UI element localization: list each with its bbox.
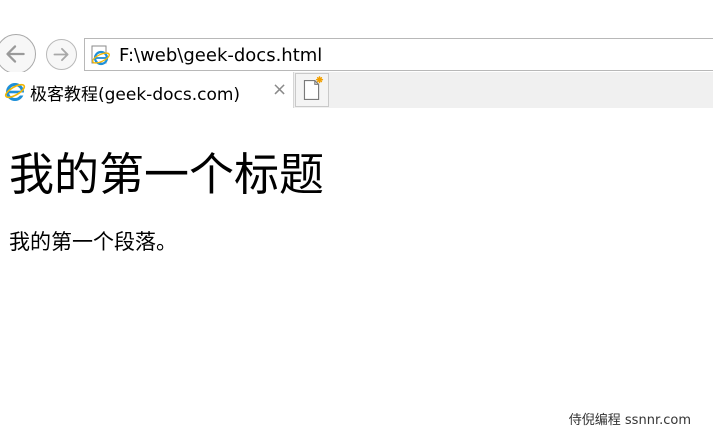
watermark: 侍倪编程 ssnnr.com bbox=[568, 413, 691, 428]
page-paragraph: 我的第一个段落。 bbox=[9, 230, 177, 254]
tab-label: 极客教程(geek-docs.com) bbox=[30, 85, 241, 105]
ie-logo-icon bbox=[4, 83, 26, 101]
back-button[interactable] bbox=[0, 34, 36, 74]
address-url[interactable]: F:\web\geek-docs.html bbox=[119, 45, 322, 66]
back-arrow-icon bbox=[6, 45, 25, 63]
ie-page-icon bbox=[91, 45, 110, 66]
address-bar[interactable]: F:\web\geek-docs.html bbox=[84, 38, 713, 71]
page-heading: 我的第一个标题 bbox=[9, 148, 325, 201]
tab-close-icon[interactable]: × bbox=[272, 80, 287, 100]
tab-strip: 极客教程(geek-docs.com) × bbox=[0, 72, 713, 108]
new-tab-icon bbox=[303, 76, 324, 100]
navigation-bar: F:\web\geek-docs.html bbox=[0, 0, 713, 74]
browser-window: F:\web\geek-docs.html 极客教程(geek-docs.com… bbox=[0, 0, 713, 436]
new-tab-button[interactable] bbox=[295, 73, 329, 107]
tab-geek-docs[interactable]: 极客教程(geek-docs.com) × bbox=[0, 72, 294, 108]
forward-button[interactable] bbox=[46, 39, 77, 70]
forward-arrow-icon bbox=[53, 47, 69, 62]
page-content: 我的第一个标题 我的第一个段落。 侍倪编程 ssnnr.com bbox=[0, 108, 713, 436]
